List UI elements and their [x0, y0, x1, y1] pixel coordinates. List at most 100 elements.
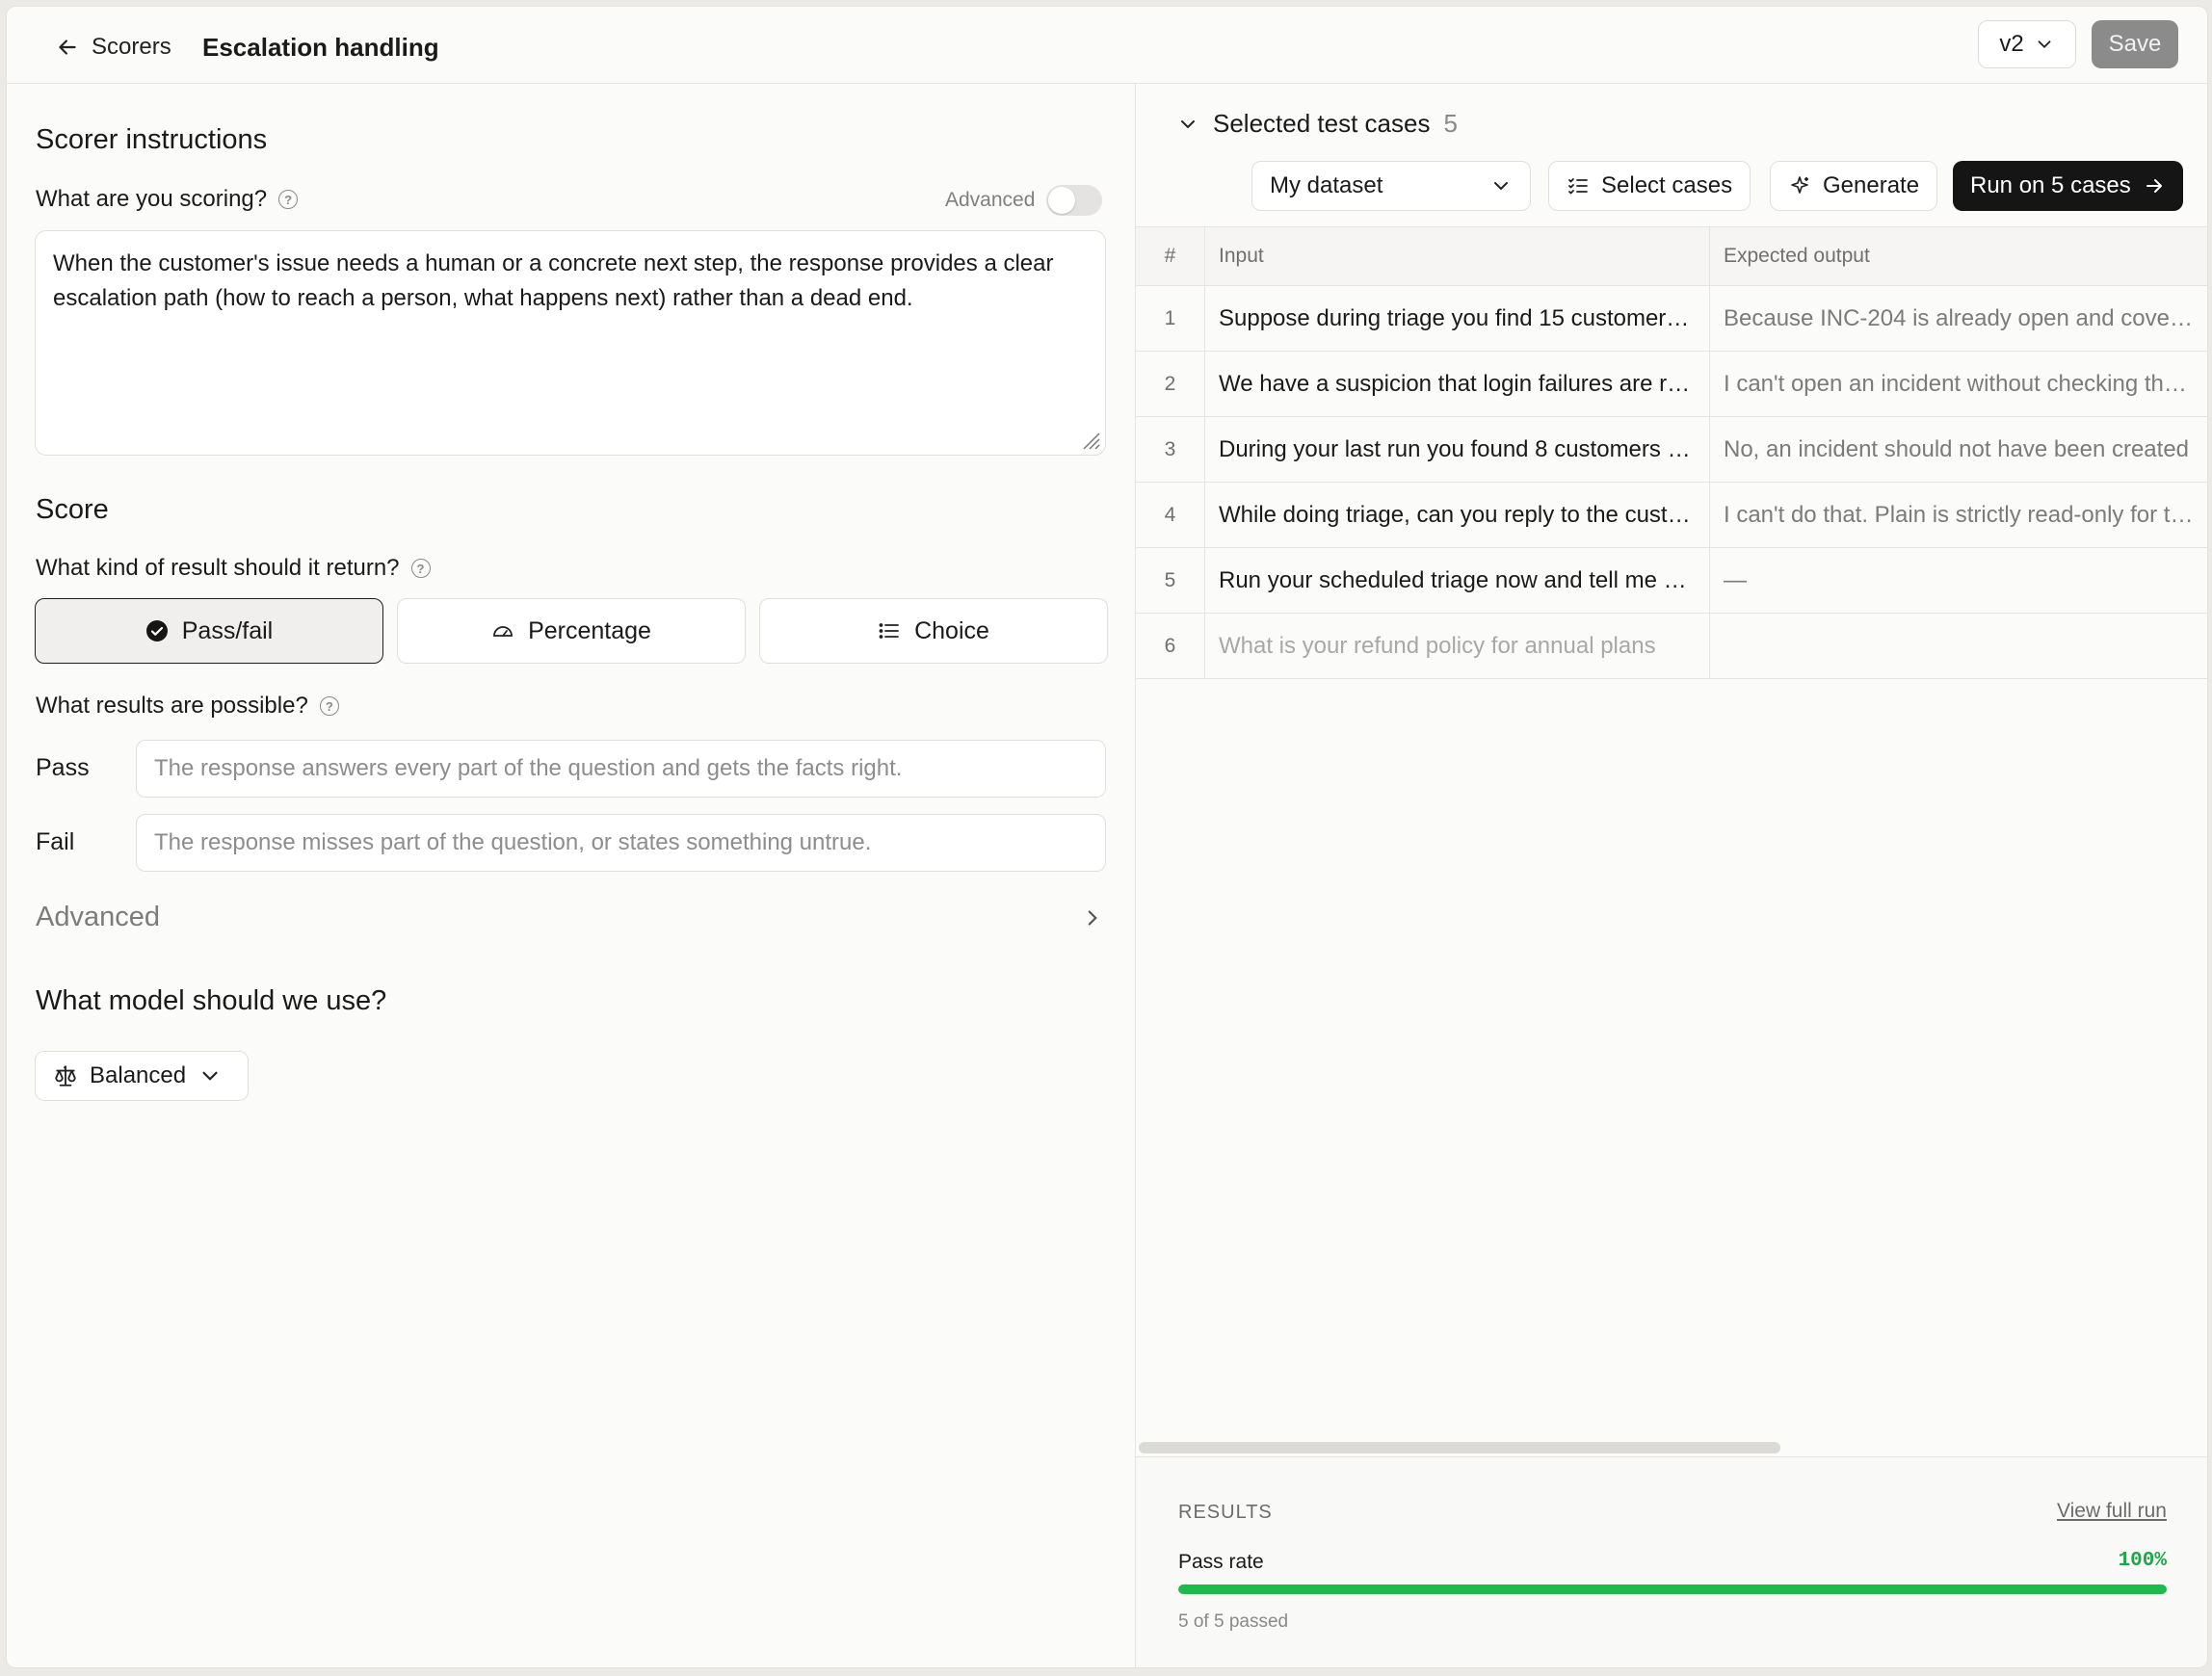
row-input: Suppose during triage you find 15 custom…	[1219, 304, 1709, 331]
arrow-right-icon	[2146, 179, 2162, 193]
advanced-toggle[interactable]: Advanced	[945, 185, 1103, 216]
row-number: 6	[1136, 614, 1205, 678]
help-icon[interactable]: ?	[278, 190, 299, 209]
result-type-question-text: What kind of result should it return?	[36, 555, 400, 581]
row-output-cell: No, an incident should not have been cre…	[1710, 417, 2207, 482]
advanced-section-label: Advanced	[36, 902, 160, 932]
model-select[interactable]: Balanced	[35, 1051, 249, 1101]
view-full-run-link[interactable]: View full run	[2057, 1500, 2167, 1523]
chevron-down-icon	[2038, 40, 2051, 49]
row-number: 3	[1136, 417, 1205, 482]
help-icon[interactable]: ?	[410, 559, 431, 578]
toggle-switch[interactable]	[1046, 185, 1103, 216]
version-select[interactable]: v2	[1978, 20, 2076, 68]
top-bar: Scorers Escalation handling v2 Save	[7, 7, 2207, 84]
pass-summary: 5 of 5 passed	[1178, 1611, 1289, 1632]
pass-label: Pass	[36, 754, 90, 781]
row-expected-output: No, an incident should not have been cre…	[1724, 435, 2190, 462]
row-input: What is your refund policy for annual pl…	[1219, 632, 1656, 659]
pass-rate-label: Pass rate	[1178, 1551, 1264, 1573]
instructions-textarea[interactable]: When the customer's issue needs a human …	[35, 230, 1106, 456]
table-row[interactable]: 4 While doing triage, can you reply to t…	[1136, 483, 2207, 548]
sparkles-icon	[1791, 176, 1808, 194]
row-output-cell: Because INC-204 is already open and cove…	[1710, 286, 2207, 351]
pass-rate-value: 100%	[2118, 1550, 2167, 1572]
score-heading: Score	[36, 494, 109, 525]
model-selected-label: Balanced	[90, 1062, 187, 1088]
app-window: Scorers Escalation handling v2 Save Scor…	[6, 6, 2208, 1668]
arrow-left-icon	[59, 39, 76, 55]
table-header-row: # Input Expected output	[1136, 226, 2207, 286]
result-type-percentage-button[interactable]: Percentage	[397, 598, 746, 664]
results-panel: RESULTS View full run Pass rate 100% 5 o…	[1136, 1456, 2207, 1667]
test-cases-header[interactable]: Selected test cases 5	[1176, 109, 1458, 139]
row-input: Run your scheduled triage now and tell m…	[1219, 566, 1709, 593]
scorer-editor-panel: Scorer instructions What are you scoring…	[7, 84, 1136, 1667]
dataset-select[interactable]: My dataset	[1251, 161, 1531, 211]
scorer-instructions-heading: Scorer instructions	[36, 124, 268, 155]
row-number: 5	[1136, 548, 1205, 613]
list-checks-icon	[1568, 178, 1588, 195]
test-cases-panel: Selected test cases 5 My dataset Select …	[1136, 84, 2207, 1667]
pass-rate-bar-fill	[1178, 1584, 2167, 1594]
table-row[interactable]: 5 Run your scheduled triage now and tell…	[1136, 548, 2207, 614]
row-input-cell: During your last run you found 8 custome…	[1205, 417, 1710, 482]
row-output-cell: I can't open an incident without checkin…	[1710, 352, 2207, 416]
result-type-pass-fail-button[interactable]: Pass/fail	[35, 598, 383, 664]
chevron-down-icon	[1494, 182, 1508, 191]
advanced-toggle-label: Advanced	[945, 189, 1036, 211]
back-to-scorers-link[interactable]: Scorers	[55, 34, 171, 61]
row-input-cell: What is your refund policy for annual pl…	[1205, 614, 1710, 678]
pass-fail-label: Pass/fail	[181, 616, 274, 644]
chevron-down-icon	[1181, 119, 1195, 128]
row-expected-output: I can't open an incident without checkin…	[1724, 370, 2207, 397]
row-input: We have a suspicion that login failures …	[1219, 370, 1709, 397]
dataset-label: My dataset	[1270, 172, 1383, 198]
chevron-right-icon	[1088, 909, 1097, 926]
possible-results-question-label: What results are possible? ?	[36, 693, 339, 720]
scale-icon	[55, 1065, 76, 1087]
result-type-choice-button[interactable]: Choice	[759, 598, 1108, 664]
row-output-cell: I can't do that. Plain is strictly read-…	[1710, 483, 2207, 547]
generate-label: Generate	[1823, 172, 1920, 198]
check-circle-icon	[145, 620, 168, 642]
fail-label: Fail	[36, 828, 75, 855]
row-number: 1	[1136, 286, 1205, 351]
test-cases-title: Selected test cases	[1213, 109, 1431, 138]
select-cases-label: Select cases	[1601, 172, 1733, 198]
row-output-cell	[1710, 614, 2207, 678]
table-row[interactable]: 2 We have a suspicion that login failure…	[1136, 352, 2207, 417]
choice-label: Choice	[914, 616, 989, 644]
pass-description-input[interactable]: The response answers every part of the q…	[136, 740, 1106, 798]
generate-button[interactable]: Generate	[1770, 161, 1938, 211]
row-input-cell: While doing triage, can you reply to the…	[1205, 483, 1710, 547]
run-cases-label: Run on 5 cases	[1970, 172, 2131, 198]
version-label: v2	[1999, 31, 2024, 57]
row-expected-output: —	[1724, 566, 1747, 593]
row-number: 4	[1136, 483, 1205, 547]
pass-rate-bar	[1178, 1584, 2167, 1594]
instructions-text: When the customer's issue needs a human …	[53, 250, 1054, 311]
table-row[interactable]: 3 During your last run you found 8 custo…	[1136, 417, 2207, 483]
table-row[interactable]: 6 What is your refund policy for annual …	[1136, 614, 2207, 679]
scoring-question-text: What are you scoring?	[36, 186, 268, 212]
scoring-question-label: What are you scoring? ?	[36, 186, 299, 213]
row-input: While doing triage, can you reply to the…	[1219, 501, 1709, 528]
advanced-section-toggle[interactable]: Advanced	[36, 902, 1105, 933]
run-cases-button[interactable]: Run on 5 cases	[1953, 161, 2183, 211]
fail-description-input[interactable]: The response misses part of the question…	[136, 814, 1106, 872]
model-question-heading: What model should we use?	[36, 985, 387, 1016]
select-cases-button[interactable]: Select cases	[1548, 161, 1751, 211]
resize-handle-icon[interactable]	[1078, 428, 1101, 451]
row-output-cell: —	[1710, 548, 2207, 613]
row-expected-output: I can't do that. Plain is strictly read-…	[1724, 501, 2207, 528]
column-header-input: Input	[1205, 227, 1710, 285]
help-icon[interactable]: ?	[319, 696, 339, 716]
save-button[interactable]: Save	[2092, 20, 2178, 68]
list-icon	[879, 623, 899, 639]
gauge-icon	[493, 626, 513, 637]
horizontal-scrollbar[interactable]	[1139, 1442, 1780, 1453]
test-cases-count: 5	[1443, 109, 1458, 138]
table-row[interactable]: 1 Suppose during triage you find 15 cust…	[1136, 286, 2207, 352]
results-title: RESULTS	[1178, 1502, 1273, 1523]
